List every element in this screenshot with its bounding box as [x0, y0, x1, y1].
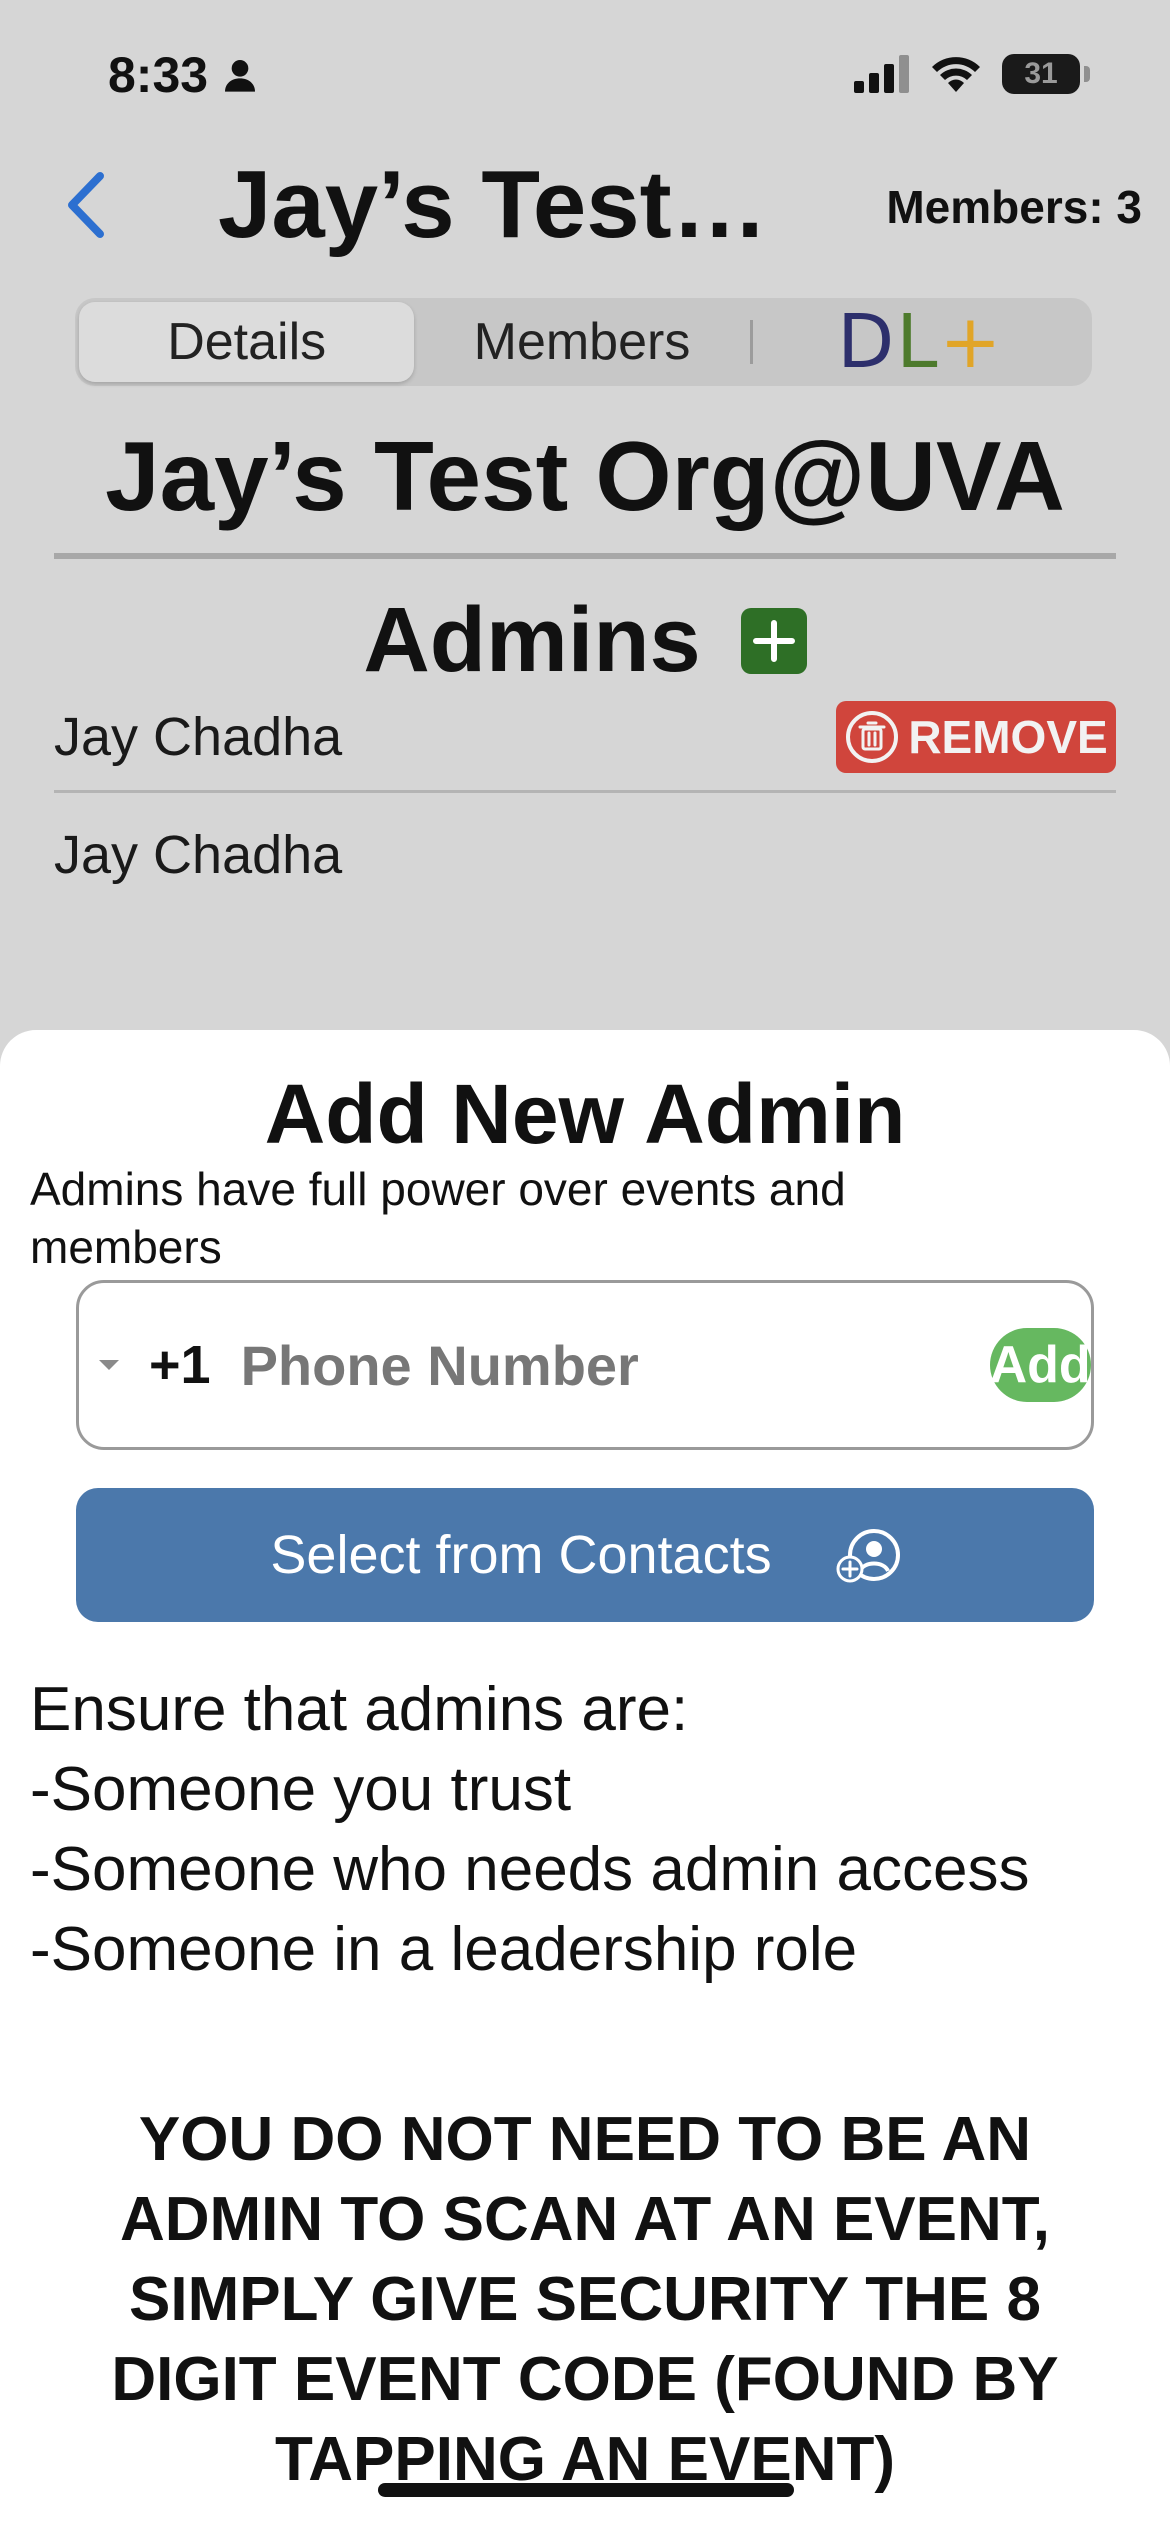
scan-notice: YOU DO NOT NEED TO BE AN ADMIN TO SCAN A… [111, 2105, 1059, 2494]
add-admin-button[interactable] [740, 607, 807, 674]
org-name: Jay’s Test Org@UVA [105, 421, 1065, 531]
plus-icon [752, 619, 795, 662]
dropdown-caret-icon[interactable] [99, 1360, 119, 1370]
person-icon [225, 60, 256, 92]
battery-icon: 31 [1002, 54, 1090, 94]
country-code[interactable]: +1 [149, 1334, 211, 1396]
page-title: Jay’s Test… [218, 151, 768, 258]
sheet-subtitle: Admins have full power over events and m… [30, 1163, 846, 1273]
remove-admin-button[interactable]: REMOVE [836, 700, 1116, 773]
admin-row: Jay Chadha REMOVE [54, 683, 1116, 793]
status-time: 8:33 [108, 46, 260, 104]
phone-input[interactable] [240, 1332, 990, 1398]
signal-icon [854, 55, 909, 93]
tab-details[interactable]: Details [79, 302, 415, 382]
add-admin-sheet: Add New Admin Admins have full power ove… [0, 1030, 1170, 2532]
tab-members[interactable]: Members [414, 302, 749, 382]
admin-name: Jay Chadha [54, 825, 343, 885]
background-page: 8:33 31 Jay’s Test… Members: 3 Details M… [0, 0, 1170, 1080]
dl-plus-logo: DL+ [837, 299, 1004, 385]
wifi-icon [932, 57, 980, 92]
divider [54, 553, 1116, 559]
select-from-contacts-button[interactable]: Select from Contacts [76, 1488, 1094, 1622]
phone-number-field[interactable]: +1 Add [76, 1280, 1094, 1450]
status-bar: 8:33 31 [0, 0, 1170, 150]
admin-guidelines: Ensure that admins are: -Someone you tru… [30, 1675, 1030, 1984]
back-button[interactable] [56, 160, 116, 250]
home-indicator[interactable] [378, 2483, 794, 2497]
sheet-title: Add New Admin [264, 1067, 906, 1161]
tab-bar: Details Members DL+ [75, 298, 1092, 386]
back-chevron-icon [68, 172, 104, 238]
add-button[interactable]: Add [989, 1328, 1091, 1402]
admin-row: Jay Chadha [54, 800, 1116, 910]
status-indicators: 31 [854, 54, 1090, 94]
members-count: Members: 3 [886, 181, 1142, 233]
admin-name: Jay Chadha [54, 706, 343, 767]
admins-heading: Admins [0, 588, 1170, 693]
tab-dl-plus[interactable]: DL+ [753, 299, 1088, 385]
contact-add-icon [836, 1529, 900, 1583]
trash-icon [846, 710, 899, 763]
